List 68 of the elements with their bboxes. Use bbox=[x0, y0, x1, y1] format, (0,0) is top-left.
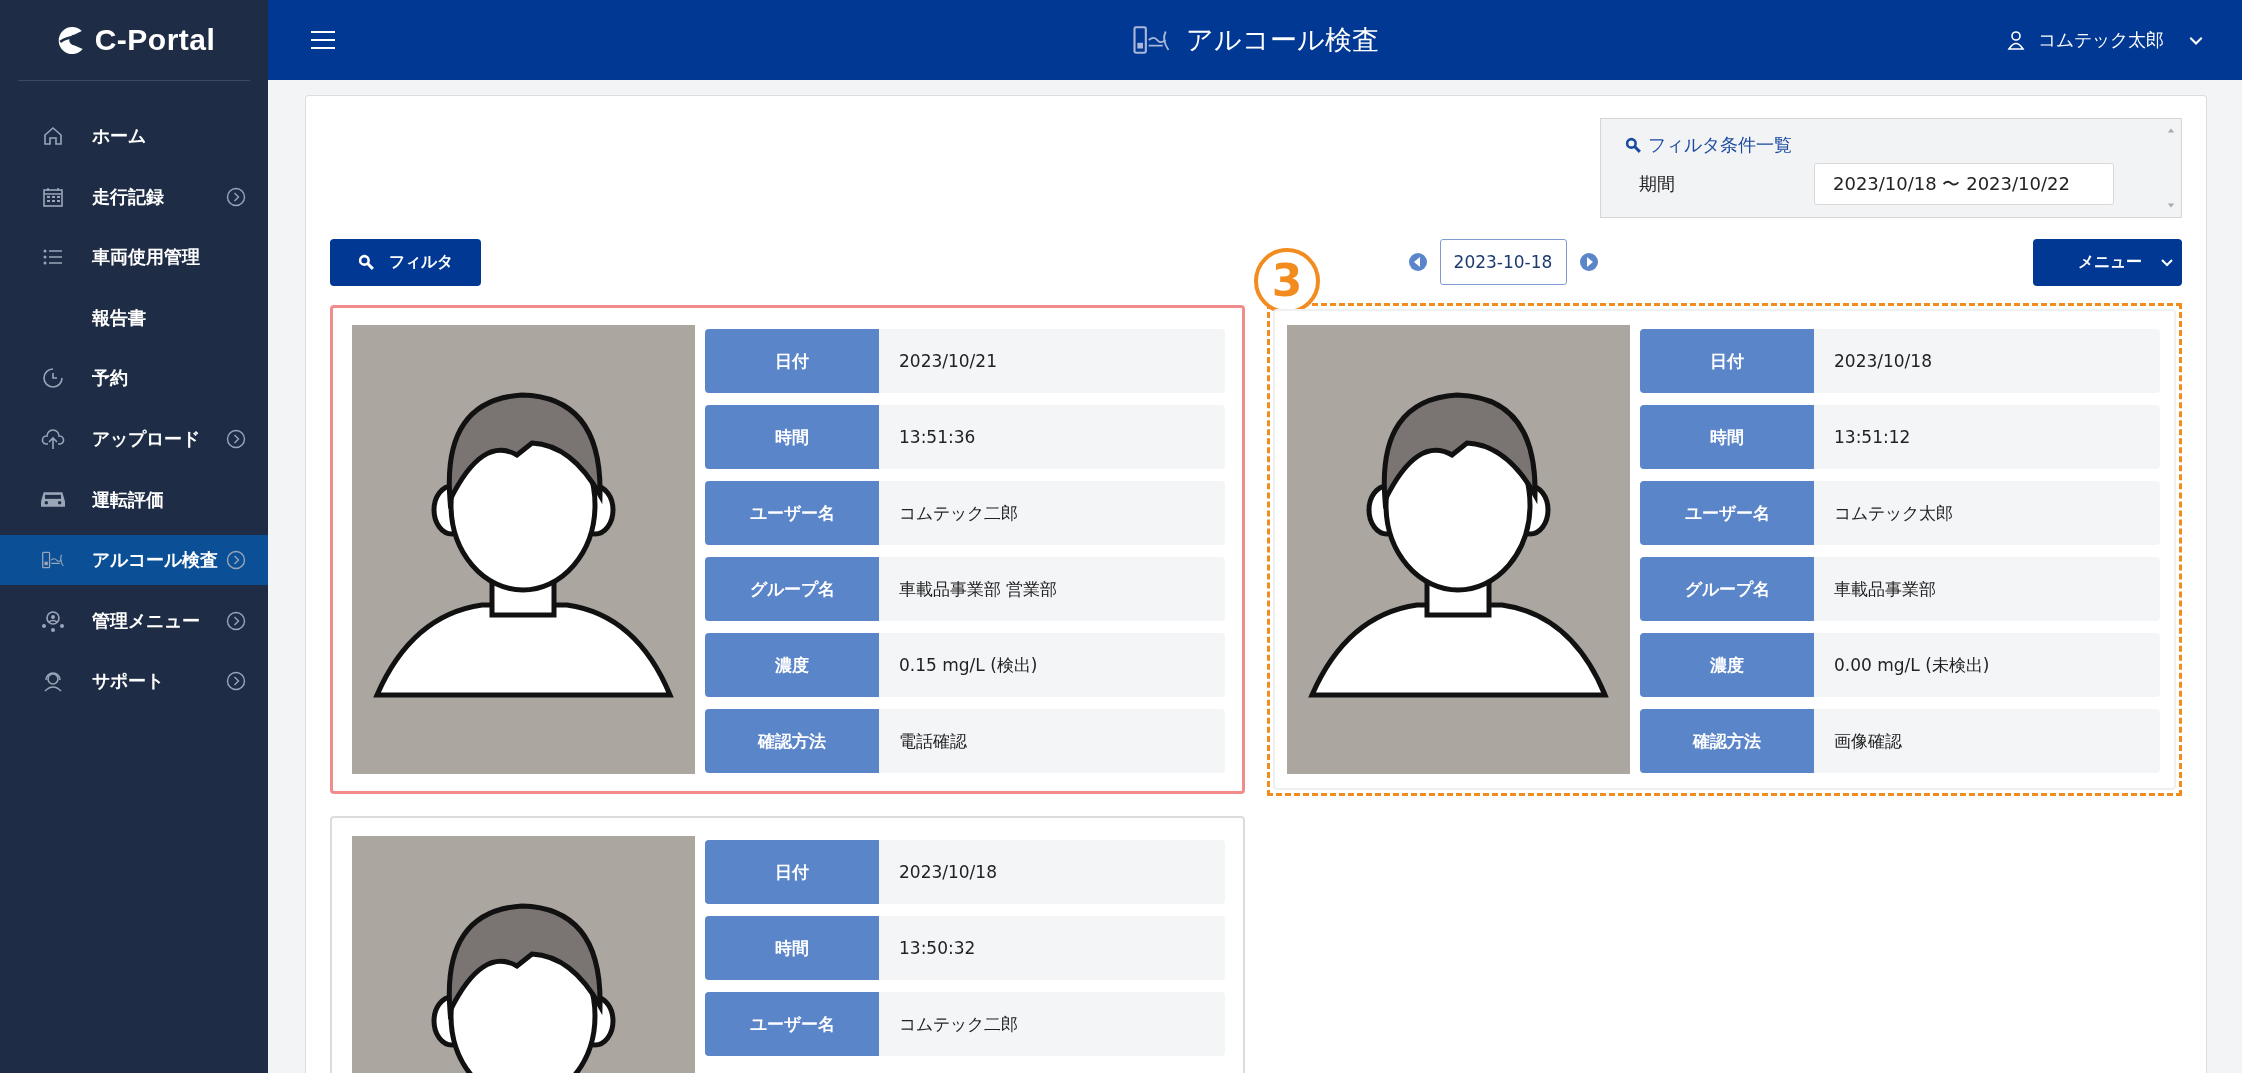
clock-icon bbox=[41, 366, 65, 391]
field-label: 日付 bbox=[705, 840, 879, 904]
car-icon bbox=[41, 492, 65, 508]
field-value: 13:51:12 bbox=[1833, 426, 1912, 449]
sidebar-item[interactable]: 走行記録 bbox=[0, 171, 268, 222]
field-label: グループ名 bbox=[705, 557, 879, 621]
filter-button[interactable]: フィルタ bbox=[330, 238, 481, 286]
user-menu[interactable]: コムテック太郎 bbox=[2006, 28, 2204, 52]
logo-text: C-Portal bbox=[94, 23, 216, 57]
breathalyzer-icon bbox=[1131, 23, 1172, 57]
page-title: アルコール検査 bbox=[1185, 23, 1379, 57]
field-label: 時間 bbox=[705, 916, 879, 980]
scroll-up-icon[interactable] bbox=[2167, 127, 2175, 133]
field-label: 時間 bbox=[705, 405, 879, 469]
sidebar-item[interactable]: ホーム bbox=[0, 111, 268, 161]
field-value: コムテック二郎 bbox=[898, 501, 1019, 525]
field-value: コムテック二郎 bbox=[898, 1012, 1019, 1036]
field-label: 確認方法 bbox=[705, 709, 879, 773]
condition-label: 期間 bbox=[1638, 172, 1676, 196]
people-icon bbox=[41, 608, 65, 633]
home-icon bbox=[41, 124, 65, 148]
sidebar-item[interactable]: 管理メニュー bbox=[0, 595, 268, 646]
sidebar-item[interactable]: 車両使用管理 bbox=[0, 232, 268, 283]
record-card[interactable]: 日付 2023/10/18 時間 13:51:12 ユーザー名 コムテック太郎 グループ名 車載品事業部 濃度 0.00 mg/L (未検出) 確認方法 画像確認 bbox=[1273, 309, 2176, 790]
field-value: 電話確認 bbox=[898, 729, 968, 753]
field-label: 濃度 bbox=[1640, 633, 1814, 697]
caret-icon bbox=[2160, 257, 2174, 267]
sidebar-item[interactable]: アルコール検査 bbox=[0, 535, 268, 586]
cloud-upload-icon bbox=[41, 426, 65, 451]
field-value: 画像確認 bbox=[1833, 729, 1903, 753]
field-value: 2023/10/18 bbox=[1833, 350, 1933, 373]
next-icon[interactable] bbox=[1578, 252, 1599, 272]
field-value: 車載品事業部 bbox=[1833, 577, 1937, 601]
sidebar-item[interactable]: 報告書 bbox=[0, 292, 268, 343]
filter-summary-title: フィルタ条件一覧 bbox=[1648, 133, 1792, 157]
field-label: 確認方法 bbox=[1640, 709, 1814, 773]
sidebar-item[interactable]: アップロード bbox=[0, 413, 268, 464]
field-value: 車載品事業部 営業部 bbox=[898, 577, 1059, 601]
field-label: 時間 bbox=[1640, 405, 1814, 469]
sidebar-item[interactable]: 運転評価 bbox=[0, 474, 268, 525]
field-value: 0.15 mg/L (検出) bbox=[898, 653, 1039, 677]
field-value: 2023/10/21 bbox=[898, 350, 998, 373]
previous-icon[interactable] bbox=[1407, 252, 1428, 272]
caret-icon bbox=[2188, 34, 2204, 46]
field-label: 日付 bbox=[705, 329, 879, 393]
menu-icon[interactable] bbox=[310, 30, 336, 50]
field-label: 濃度 bbox=[705, 633, 879, 697]
record-card[interactable]: 日付 2023/10/21 時間 13:51:36 ユーザー名 コムテック二郎 グループ名 車載品事業部 営業部 濃度 0.15 mg/L (検出) 確認方法 電話確認 bbox=[330, 305, 1245, 794]
field-label: グループ名 bbox=[1640, 557, 1814, 621]
field-value: 0.00 mg/L (未検出) bbox=[1833, 653, 1991, 677]
field-value: 13:51:36 bbox=[898, 426, 977, 449]
date-field[interactable]: 2023-10-18 bbox=[1439, 239, 1567, 285]
menu-button[interactable]: メニュー bbox=[2033, 238, 2182, 286]
field-value: 13:50:32 bbox=[898, 937, 977, 960]
search-icon bbox=[1625, 136, 1642, 154]
user-icon bbox=[2006, 30, 2026, 50]
field-label: ユーザー名 bbox=[705, 481, 879, 545]
sidebar-item[interactable]: サポート bbox=[0, 656, 268, 707]
record-card[interactable]: 日付 2023/10/18 時間 13:50:32 ユーザー名 コムテック二郎 bbox=[330, 816, 1245, 1073]
scroll-down-icon[interactable] bbox=[2167, 203, 2175, 209]
field-value: 2023/10/18 bbox=[898, 861, 998, 884]
field-label: ユーザー名 bbox=[705, 992, 879, 1056]
field-value: コムテック太郎 bbox=[1833, 501, 1954, 525]
sidebar-item[interactable]: 予約 bbox=[0, 353, 268, 404]
condition-value: 2023/10/18 〜 2023/10/22 bbox=[1814, 163, 2114, 205]
field-label: 日付 bbox=[1640, 329, 1814, 393]
field-label: ユーザー名 bbox=[1640, 481, 1814, 545]
search-icon bbox=[358, 253, 375, 271]
